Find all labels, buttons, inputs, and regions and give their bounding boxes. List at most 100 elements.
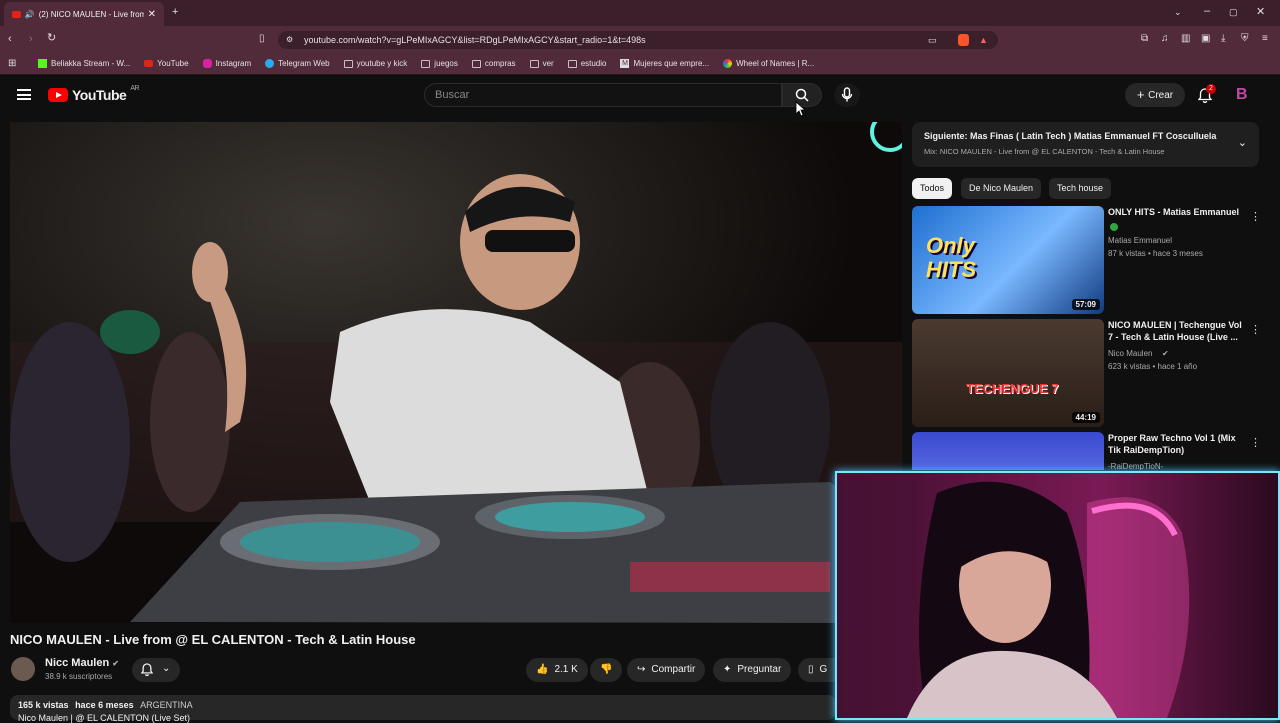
microphone-icon [841, 87, 853, 102]
subscription-bell-button[interactable]: ⌄ [132, 658, 180, 682]
reload-icon[interactable]: ↻ [47, 33, 56, 44]
new-tab-icon[interactable]: + [172, 7, 178, 18]
video-thumbnail[interactable]: Only HITS 57:09 [912, 206, 1104, 314]
description-box[interactable]: 165 k vistas hace 6 meses ARGENTINA Nico… [10, 695, 836, 723]
folder-icon [471, 59, 481, 68]
folder-icon [421, 59, 431, 68]
speaker-icon: 🔊 [24, 9, 35, 19]
user-avatar[interactable]: B [1236, 86, 1252, 104]
subscriber-count: 38.9 k suscriptores [45, 672, 113, 681]
playlist-next-box[interactable]: Siguiente: Mas Finas ( Latin Tech ) Mati… [912, 122, 1259, 167]
bookmark-folder[interactable]: youtube y kick [343, 59, 407, 68]
voice-search-button[interactable] [834, 83, 860, 107]
live-dot-icon [1110, 223, 1118, 231]
recommendation-item[interactable]: Only HITS 57:09 ONLY HITS - Matias Emman… [912, 206, 1272, 316]
bookmark-item[interactable]: M Mujeres que empre... [620, 59, 709, 68]
menu-icon[interactable]: ≡ [1262, 33, 1268, 44]
like-button[interactable]: 👍 2.1 K [526, 658, 588, 682]
bookmark-folder[interactable]: compras [471, 59, 516, 68]
verified-icon: ✔ [112, 659, 119, 668]
share-button[interactable]: ↪ Compartir [627, 658, 706, 682]
maximize-icon[interactable]: ▢ [1229, 7, 1238, 18]
youtube-play-icon [48, 88, 68, 102]
forward-icon[interactable]: › [29, 34, 33, 45]
notifications-button[interactable]: 2 [1196, 84, 1216, 106]
url-field[interactable]: ⚙ youtube.com/watch?v=gLPeMIxAGCY&list=R… [278, 31, 998, 49]
sparkle-icon: ✦ [723, 664, 732, 675]
recommendation-item[interactable]: Proper Raw Techno Vol 1 (Mix Tik RaiDemp… [912, 432, 1272, 470]
next-up-line: Siguiente: Mas Finas ( Latin Tech ) Mati… [924, 131, 1217, 141]
bell-icon [141, 663, 153, 676]
more-options-icon[interactable]: ⋮ [1250, 323, 1261, 336]
apps-grid-icon[interactable]: ⊞ [8, 58, 16, 69]
bookmark-item[interactable]: Telegram Web [265, 59, 330, 68]
save-button[interactable]: ▯ G [798, 658, 836, 682]
duration-badge: 57:09 [1071, 299, 1100, 310]
chip-tech-house[interactable]: Tech house [1049, 178, 1112, 199]
browser-tab[interactable]: 🔊 (2) NICO MAULEN - Live from ✕ [4, 2, 164, 26]
youtube-logo[interactable]: YouTube AR [48, 85, 140, 103]
country-code: AR [130, 85, 140, 92]
wheel-icon [723, 59, 733, 68]
rec-title[interactable]: NICO MAULEN | Techengue Vol 7 - Tech & L… [1108, 319, 1248, 343]
tab-list-icon[interactable]: ⌄ [1174, 7, 1182, 18]
bookmark-page-icon[interactable]: ▯ [259, 33, 265, 44]
next-title: Mas Finas ( Latin Tech ) Matias Emmanuel… [970, 131, 1217, 141]
thumbs-up-icon: 👍 [536, 664, 549, 675]
video-thumbnail[interactable] [912, 432, 1104, 470]
bookmark-folder[interactable]: estudio [567, 59, 606, 68]
browser-tab-bar: 🔊 (2) NICO MAULEN - Live from ✕ + ⌄ – ▢ … [0, 0, 1280, 26]
rec-title[interactable]: ONLY HITS - Matias Emmanuel [1108, 206, 1248, 218]
youtube-favicon-icon [12, 10, 21, 18]
close-window-icon[interactable]: ✕ [1256, 7, 1265, 18]
plus-icon: + [1136, 87, 1149, 102]
back-icon[interactable]: ‹ [8, 34, 12, 45]
more-options-icon[interactable]: ⋮ [1250, 210, 1261, 223]
extensions-icon[interactable]: ⧉ [1141, 33, 1148, 44]
brave-shield-icon[interactable] [958, 34, 969, 46]
bookmark-item[interactable]: Wheel of Names | R... [723, 59, 814, 68]
chevron-down-icon[interactable]: ⌄ [1238, 136, 1247, 149]
shield-icon[interactable]: ⛨ [1241, 33, 1249, 44]
bookmark-item[interactable]: Beliakka Stream - W... [38, 59, 130, 68]
bookmark-item[interactable]: Instagram [202, 59, 251, 68]
chip-from-channel[interactable]: De Nico Maulen [961, 178, 1042, 199]
rec-channel[interactable]: Matias Emmanuel [1108, 235, 1172, 247]
chip-all[interactable]: Todos [912, 178, 953, 199]
music-icon[interactable]: ♫ [1161, 33, 1169, 44]
recommendation-item[interactable]: TECHENGUE 7 44:19 NICO MAULEN | Techengu… [912, 319, 1272, 429]
tab-title: (2) NICO MAULEN - Live from [38, 9, 144, 19]
create-button[interactable]: + Crear [1125, 83, 1185, 107]
channel-avatar[interactable] [11, 657, 35, 681]
minimize-icon[interactable]: – [1204, 6, 1210, 17]
close-tab-icon[interactable]: ✕ [148, 9, 156, 20]
upload-date: hace 6 meses [75, 700, 134, 710]
bookmarks-bar: ⊞ Beliakka Stream - W... YouTube Instagr… [0, 53, 1280, 75]
more-options-icon[interactable]: ⋮ [1250, 436, 1261, 449]
description-line: Nico Maulen | @ EL CALENTON (Live Set) [18, 713, 191, 723]
bookmark-icon: ▯ [808, 664, 814, 675]
rewards-icon[interactable]: ▲ [979, 31, 988, 49]
bookmark-folder[interactable]: ver [529, 59, 554, 68]
bookmark-folder[interactable]: juegos [421, 59, 458, 68]
video-thumbnail[interactable]: TECHENGUE 7 44:19 [912, 319, 1104, 427]
hamburger-menu-icon[interactable] [17, 89, 31, 100]
wallet-icon[interactable]: ▣ [1201, 33, 1210, 44]
ask-button[interactable]: ✦ Preguntar [713, 658, 792, 682]
chevron-down-icon: ⌄ [162, 663, 171, 674]
download-icon[interactable]: ⤓ [1221, 33, 1225, 44]
rec-channel[interactable]: Nico Maulen [1108, 348, 1152, 360]
search-icon [795, 88, 809, 102]
bookmark-item[interactable]: YouTube [144, 59, 189, 68]
rec-channel[interactable]: -RaiDempTioN- [1108, 461, 1163, 470]
sidebar-icon[interactable]: ▥ [1181, 33, 1190, 44]
cast-icon[interactable]: ▭ [928, 31, 937, 49]
rec-title[interactable]: Proper Raw Techno Vol 1 (Mix Tik RaiDemp… [1108, 432, 1248, 456]
thumbnail-text: TECHENGUE 7 [966, 381, 1059, 396]
search-input[interactable]: Buscar [424, 83, 782, 107]
video-player[interactable] [10, 122, 902, 623]
dislike-button[interactable]: 👎 [590, 658, 622, 682]
channel-name[interactable]: Nicc Maulen ✔ [45, 657, 119, 669]
youtube-icon [144, 60, 154, 67]
site-info-icon[interactable]: ⚙ [286, 31, 293, 49]
